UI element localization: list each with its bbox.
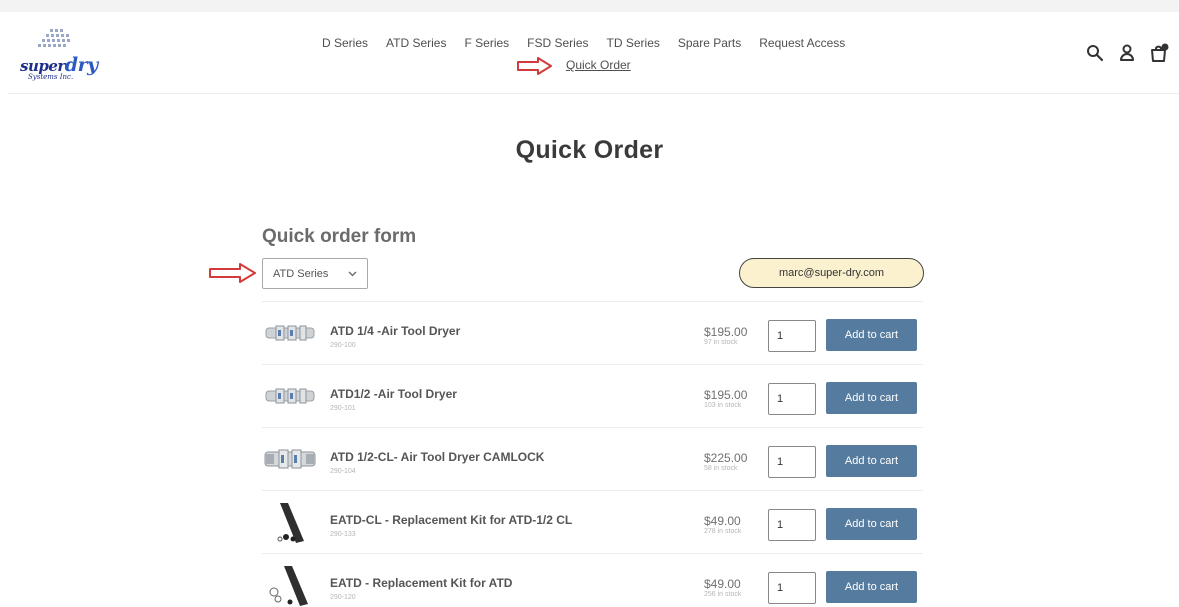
nav-item-f-series[interactable]: F Series (464, 36, 509, 50)
product-sku: 290-104 (330, 468, 356, 475)
product-name[interactable]: EATD - Replacement Kit for ATD (330, 576, 512, 590)
product-price: $225.00 (704, 451, 748, 465)
annotation-arrow-icon (209, 263, 256, 283)
product-stock: 103 in stock (704, 402, 742, 409)
nav-item-request-access[interactable]: Request Access (759, 36, 845, 50)
add-to-cart-button[interactable]: Add to cart (826, 508, 917, 540)
add-to-cart-button[interactable]: Add to cart (826, 571, 917, 603)
logo-stripes-graphic (38, 29, 70, 47)
product-row: ATD 1/4 -Air Tool Dryer 290-100 $195.00 … (262, 301, 923, 364)
cart-icon[interactable] (1149, 43, 1169, 63)
product-name[interactable]: EATD-CL - Replacement Kit for ATD-1/2 CL (330, 513, 572, 527)
quantity-input[interactable] (768, 446, 816, 478)
product-stock: 256 in stock (704, 591, 742, 598)
browser-top-strip (0, 0, 1179, 12)
add-to-cart-button[interactable]: Add to cart (826, 382, 917, 414)
product-price: $49.00 (704, 577, 741, 591)
series-select[interactable]: ATD Series (262, 258, 368, 289)
nav-item-quick-order[interactable]: Quick Order (566, 58, 631, 72)
nav-item-spare-parts[interactable]: Spare Parts (678, 36, 741, 50)
page-title: Quick Order (515, 136, 664, 164)
quantity-input[interactable] (768, 383, 816, 415)
nav-item-atd-series[interactable]: ATD Series (386, 36, 446, 50)
header-icons (1085, 43, 1169, 63)
product-stock: 58 in stock (704, 465, 738, 472)
series-select-value: ATD Series (273, 267, 329, 280)
product-row: ATD 1/2-CL- Air Tool Dryer CAMLOCK 290-1… (262, 427, 923, 490)
product-thumbnail-replacement-kit (277, 503, 304, 543)
user-email-badge: marc@super-dry.com (739, 258, 924, 288)
form-title: Quick order form (262, 226, 417, 247)
quantity-input[interactable] (768, 320, 816, 352)
product-sku: 290-133 (330, 531, 356, 538)
chevron-down-icon (348, 269, 357, 279)
main-nav: D Series ATD Series F Series FSD Series … (322, 36, 845, 50)
product-thumbnail-dryer (265, 325, 315, 341)
superdry-logo[interactable]: superdry Systems Inc. (20, 27, 98, 82)
annotation-arrow-icon (517, 57, 552, 75)
product-thumbnail-camlock-dryer (264, 449, 316, 469)
product-price: $49.00 (704, 514, 741, 528)
product-price: $195.00 (704, 325, 748, 339)
quantity-input[interactable] (768, 509, 816, 541)
product-thumbnail-replacement-kit (269, 566, 308, 606)
product-name[interactable]: ATD1/2 -Air Tool Dryer (330, 387, 457, 401)
quantity-input[interactable] (768, 572, 816, 604)
product-row: EATD - Replacement Kit for ATD 290-120 $… (262, 553, 923, 607)
product-row: EATD-CL - Replacement Kit for ATD-1/2 CL… (262, 490, 923, 553)
account-icon[interactable] (1117, 43, 1137, 63)
logo-subtitle: Systems Inc. (28, 73, 74, 81)
site-header: superdry Systems Inc. D Series ATD Serie… (8, 12, 1179, 94)
product-sku: 290-100 (330, 342, 356, 349)
product-row: ATD1/2 -Air Tool Dryer 290-101 $195.00 1… (262, 364, 923, 427)
product-thumbnail-dryer (265, 388, 315, 404)
product-sku: 290-101 (330, 405, 356, 412)
product-sku: 290-120 (330, 594, 356, 601)
product-name[interactable]: ATD 1/2-CL- Air Tool Dryer CAMLOCK (330, 450, 544, 464)
nav-item-td-series[interactable]: TD Series (607, 36, 660, 50)
product-name[interactable]: ATD 1/4 -Air Tool Dryer (330, 324, 460, 338)
add-to-cart-button[interactable]: Add to cart (826, 319, 917, 351)
add-to-cart-button[interactable]: Add to cart (826, 445, 917, 477)
search-icon[interactable] (1085, 43, 1105, 63)
nav-item-fsd-series[interactable]: FSD Series (527, 36, 588, 50)
product-stock: 278 in stock (704, 528, 742, 535)
product-price: $195.00 (704, 388, 748, 402)
product-stock: 97 in stock (704, 339, 738, 346)
nav-item-d-series[interactable]: D Series (322, 36, 368, 50)
product-list: ATD 1/4 -Air Tool Dryer 290-100 $195.00 … (262, 301, 923, 607)
